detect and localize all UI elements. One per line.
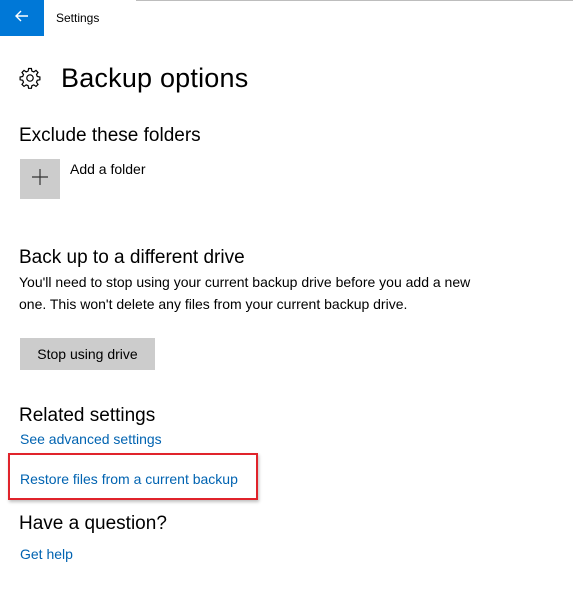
stop-using-drive-button[interactable]: Stop using drive	[20, 338, 155, 370]
see-advanced-settings-link[interactable]: See advanced settings	[20, 431, 162, 447]
different-drive-header: Back up to a different drive	[19, 247, 245, 268]
page-header: Backup options	[19, 58, 248, 98]
exclude-folders-header: Exclude these folders	[19, 125, 201, 146]
get-help-link[interactable]: Get help	[20, 546, 73, 562]
title-bar-border	[136, 0, 573, 1]
title-bar: Settings	[0, 0, 573, 36]
plus-icon	[31, 168, 49, 191]
page-title: Backup options	[61, 62, 249, 93]
add-folder-button[interactable]	[20, 159, 60, 199]
gear-icon	[19, 67, 41, 89]
have-a-question-header: Have a question?	[19, 513, 167, 534]
back-button[interactable]	[0, 0, 44, 36]
related-settings-header: Related settings	[19, 405, 156, 426]
different-drive-description: You'll need to stop using your current b…	[19, 274, 471, 312]
window-title: Settings	[56, 11, 100, 25]
add-folder-label[interactable]: Add a folder	[70, 161, 146, 177]
arrow-left-icon	[15, 9, 29, 27]
restore-files-link[interactable]: Restore files from a current backup	[20, 471, 238, 487]
